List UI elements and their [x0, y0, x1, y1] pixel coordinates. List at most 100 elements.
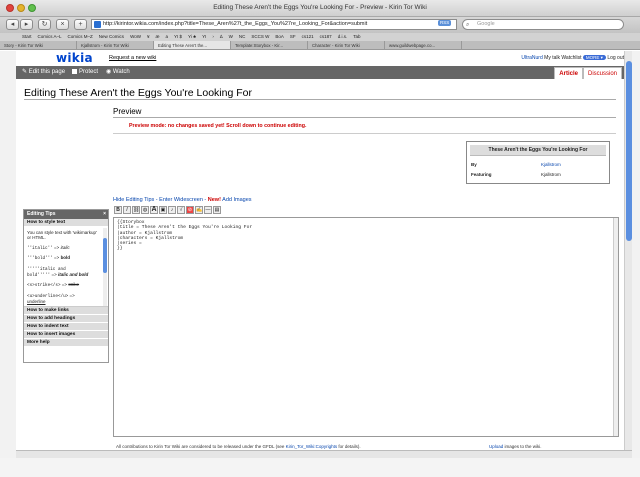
template-button[interactable]: ▤: [213, 206, 221, 214]
bookmark-item[interactable]: YI: [202, 34, 206, 39]
tip-section-more-help[interactable]: More help: [24, 339, 108, 347]
new-badge: New!: [207, 197, 221, 203]
bookmark-item[interactable]: Start: [22, 34, 32, 39]
browser-toolbar: ◂ ▸ ↻ × + http://kirintor.wikia.com/inde…: [0, 17, 640, 33]
horizontal-line-button[interactable]: —: [204, 206, 212, 214]
media-button[interactable]: ♪: [168, 206, 176, 214]
internal-link-button[interactable]: ⛓: [132, 206, 140, 214]
reload-icon: ↻: [41, 21, 48, 28]
bookmark-item[interactable]: Comics A–L: [38, 34, 62, 39]
tip-section-headings[interactable]: How to add headings: [24, 315, 108, 323]
add-images-link[interactable]: Add Images: [221, 197, 251, 203]
more-menu-button[interactable]: MORE ▾: [582, 55, 606, 60]
bold-button[interactable]: B: [114, 206, 122, 214]
external-link-button[interactable]: ◍: [141, 206, 149, 214]
tip-body: You can style text with 'wikimarkup' or …: [24, 227, 108, 307]
bookmark-item[interactable]: WoW: [130, 34, 141, 39]
tip-section-images[interactable]: How to insert images: [24, 331, 108, 339]
bookmark-item[interactable]: a: [166, 34, 169, 39]
warning-divider: [113, 133, 616, 134]
tip-section-links[interactable]: How to make links: [24, 307, 108, 315]
watchlist-link[interactable]: Watchlist: [561, 55, 581, 61]
wikia-header: wikia Request a new wiki UltraNurd My ta…: [16, 51, 624, 66]
bookmark-item[interactable]: cs121: [302, 34, 314, 39]
image-button[interactable]: ▣: [159, 206, 167, 214]
edit-page-button[interactable]: ✎ Edit this page: [22, 68, 65, 76]
bookmark-item[interactable]: ›: [212, 34, 214, 39]
add-bookmark-button[interactable]: +: [74, 19, 87, 30]
bookmark-item[interactable]: Yi ♣: [188, 34, 196, 39]
page-scrollbar[interactable]: [624, 51, 632, 450]
bookmark-item[interactable]: d.i.s.: [338, 34, 348, 39]
browser-tab[interactable]: Template:Storybox - Kir...: [231, 41, 308, 49]
browser-tab[interactable]: Editing These Aren't the...: [154, 41, 231, 49]
bookmark-item[interactable]: cs187: [320, 34, 332, 39]
license-text: All contributions to Kirin Tor Wiki are …: [116, 444, 286, 449]
browser-tab[interactable]: Character - Kirin Tor Wiki: [308, 41, 385, 49]
back-button[interactable]: ◂: [6, 19, 19, 30]
italic-code: ''italic'': [27, 245, 53, 251]
username-link[interactable]: UltraNurd: [521, 55, 542, 61]
mytalk-link[interactable]: My talk: [544, 55, 560, 61]
hide-tips-link[interactable]: Hide Editing Tips: [113, 197, 154, 203]
infobox-value-link[interactable]: Kjallstrom: [541, 160, 561, 170]
tip-section-indent[interactable]: How to indent text: [24, 323, 108, 331]
rss-button[interactable]: RSS: [438, 20, 452, 26]
tip-underline: <u>underline</u> => underline: [27, 293, 100, 305]
tip-section-style-text[interactable]: How to style text: [24, 219, 108, 227]
page-scroll-thumb[interactable]: [626, 61, 632, 241]
browser-tab[interactable]: www.guildwebpage.co...: [385, 41, 462, 49]
signature-button[interactable]: ✍: [195, 206, 203, 214]
browser-tab[interactable]: Story - Kirin Tor Wiki: [0, 41, 77, 49]
heading-button[interactable]: A: [150, 206, 158, 214]
forward-button[interactable]: ▸: [20, 19, 33, 30]
left-gutter: [0, 51, 16, 477]
bookmark-item[interactable]: ¥: [147, 34, 150, 39]
upload-link[interactable]: Upload: [489, 444, 503, 449]
bookmark-item[interactable]: ∆: [220, 34, 223, 39]
math-button[interactable]: √: [177, 206, 185, 214]
request-wiki-link[interactable]: Request a new wiki: [109, 55, 156, 61]
tips-scrollbar[interactable]: [103, 228, 107, 306]
editor-scrollbar[interactable]: [613, 218, 618, 436]
copyrights-link[interactable]: Kirin_Tor_Wiki:Copyrights: [286, 444, 338, 449]
wikia-logo[interactable]: wikia: [56, 51, 93, 65]
tips-scroll-thumb[interactable]: [103, 238, 107, 273]
infobox-value: Kjallstrom: [541, 172, 561, 177]
right-gutter: [632, 51, 640, 477]
bookmark-item[interactable]: Comics M–Z: [68, 34, 93, 39]
bookmark-item[interactable]: New Comics: [99, 34, 124, 39]
browser-tab[interactable]: Kjallstrom - Kirin Tor Wiki: [77, 41, 154, 49]
logout-link[interactable]: Log out: [607, 55, 624, 61]
tip-bold-italic: '''''italic and bold''''' => italic and b…: [27, 266, 100, 279]
wikitext-editor[interactable]: {{Storybox |title = These Aren't the Egg…: [113, 217, 619, 437]
search-field[interactable]: ⌕ Google: [462, 19, 624, 30]
protect-button[interactable]: Protect: [72, 68, 98, 76]
bookmark-item[interactable]: NC: [239, 34, 246, 39]
close-icon[interactable]: ×: [103, 210, 106, 219]
bookmark-item[interactable]: YI $: [174, 34, 182, 39]
tip-bold: '''bold''' => bold: [27, 255, 100, 261]
tab-article[interactable]: Article: [554, 67, 583, 79]
bookmark-item[interactable]: Tab: [353, 34, 360, 39]
tab-discussion[interactable]: Discussion: [582, 67, 622, 79]
more-label: MORE: [585, 55, 600, 60]
watch-button[interactable]: ◉ Watch: [106, 68, 130, 76]
reload-button[interactable]: ↻: [38, 19, 51, 30]
infobox-key: Featuring: [471, 172, 492, 177]
italic-icon: I: [126, 207, 128, 213]
bookmark-item[interactable]: BoA: [275, 34, 284, 39]
italic-button[interactable]: I: [123, 206, 131, 214]
bookmark-item[interactable]: SF: [290, 34, 296, 39]
horizontal-scrollbar[interactable]: [16, 450, 632, 458]
bookmark-item[interactable]: SCCS W: [251, 34, 269, 39]
stop-button[interactable]: ×: [56, 19, 69, 30]
widescreen-link[interactable]: Enter Widescreen: [159, 197, 203, 203]
search-placeholder: Google: [477, 21, 495, 27]
address-bar[interactable]: http://kirintor.wikia.com/index.php?titl…: [91, 19, 457, 30]
tips-header: Editing Tips ×: [24, 210, 108, 219]
bookmark-item[interactable]: W: [229, 34, 233, 39]
edit-label: Edit this page: [28, 69, 66, 75]
bookmark-item[interactable]: æ: [156, 34, 160, 39]
nowiki-button[interactable]: ⊘: [186, 206, 194, 214]
